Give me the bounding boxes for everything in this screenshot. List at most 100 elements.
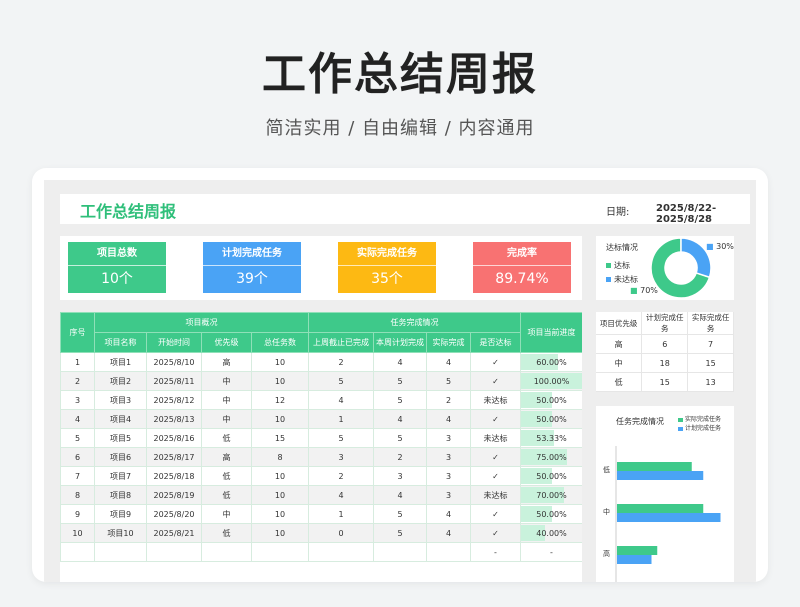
cell-priority[interactable]: 高 [201,352,252,372]
cell-actual[interactable]: 3 [426,485,471,505]
cell-actual[interactable]: 3 [426,447,471,467]
cell-actual[interactable]: 4 [426,409,471,429]
priority-cell[interactable]: 15 [687,353,734,373]
priority-cell[interactable]: 6 [641,334,689,354]
cell-total[interactable] [251,542,309,562]
cell-start[interactable]: 2025/8/21 [146,523,202,543]
cell-plan[interactable]: 5 [373,504,427,524]
cell-seq[interactable]: 6 [60,447,95,467]
cell-ok[interactable]: ✓ [470,466,521,486]
cell-last[interactable]: 5 [308,428,374,448]
cell-start[interactable]: 2025/8/11 [146,371,202,391]
cell-ok[interactable]: - [470,542,521,562]
cell-ok[interactable]: ✓ [470,504,521,524]
cell-progress[interactable]: 53.33% [520,428,582,448]
cell-seq[interactable]: 3 [60,390,95,410]
cell-seq[interactable]: 10 [60,523,95,543]
cell-name[interactable]: 项目3 [94,390,147,410]
cell-seq[interactable]: 1 [60,352,95,372]
cell-plan[interactable]: 4 [373,409,427,429]
cell-ok[interactable]: 未达标 [470,390,521,410]
kpi-value[interactable]: 10个 [68,265,166,292]
cell-last[interactable]: 1 [308,504,374,524]
cell-priority[interactable]: 中 [201,504,252,524]
cell-actual[interactable]: 4 [426,352,471,372]
cell-total[interactable]: 15 [251,428,309,448]
cell-total[interactable]: 10 [251,523,309,543]
cell-seq[interactable] [60,542,95,562]
cell-priority[interactable]: 中 [201,371,252,391]
cell-start[interactable]: 2025/8/17 [146,447,202,467]
cell-plan[interactable]: 5 [373,428,427,448]
cell-ok[interactable]: ✓ [470,523,521,543]
cell-actual[interactable]: 3 [426,466,471,486]
cell-priority[interactable]: 低 [201,523,252,543]
cell-plan[interactable]: 5 [373,523,427,543]
cell-priority[interactable]: 中 [201,390,252,410]
cell-progress[interactable]: 60.00% [520,352,582,372]
cell-seq[interactable]: 5 [60,428,95,448]
cell-last[interactable]: 1 [308,409,374,429]
cell-name[interactable]: 项目9 [94,504,147,524]
cell-progress[interactable]: 70.00% [520,485,582,505]
cell-priority[interactable]: 低 [201,485,252,505]
cell-start[interactable]: 2025/8/13 [146,409,202,429]
cell-last[interactable] [308,542,374,562]
priority-cell[interactable]: 中 [596,353,643,373]
cell-seq[interactable]: 7 [60,466,95,486]
cell-total[interactable]: 10 [251,352,309,372]
cell-total[interactable]: 10 [251,371,309,391]
cell-priority[interactable]: 低 [201,428,252,448]
cell-progress[interactable]: 50.00% [520,466,582,486]
cell-ok[interactable]: 未达标 [470,428,521,448]
kpi-value[interactable]: 35个 [338,265,436,292]
cell-progress[interactable]: 100.00% [520,371,582,391]
cell-name[interactable]: 项目1 [94,352,147,372]
priority-cell[interactable]: 18 [641,353,689,373]
cell-progress[interactable]: 40.00% [520,523,582,543]
cell-last[interactable]: 3 [308,447,374,467]
cell-start[interactable]: 2025/8/16 [146,428,202,448]
cell-total[interactable]: 10 [251,409,309,429]
cell-progress[interactable]: - [520,542,582,562]
cell-start[interactable]: 2025/8/10 [146,352,202,372]
cell-ok[interactable]: ✓ [470,352,521,372]
cell-name[interactable]: 项目2 [94,371,147,391]
cell-priority[interactable]: 高 [201,447,252,467]
cell-plan[interactable] [373,542,427,562]
cell-name[interactable]: 项目5 [94,428,147,448]
cell-total[interactable]: 8 [251,447,309,467]
cell-name[interactable]: 项目8 [94,485,147,505]
cell-start[interactable]: 2025/8/19 [146,485,202,505]
priority-cell[interactable]: 13 [687,372,734,392]
cell-ok[interactable]: 未达标 [470,485,521,505]
priority-cell[interactable]: 低 [596,372,643,392]
cell-priority[interactable]: 中 [201,409,252,429]
cell-start[interactable] [146,542,202,562]
cell-name[interactable] [94,542,147,562]
cell-actual[interactable]: 4 [426,523,471,543]
cell-seq[interactable]: 4 [60,409,95,429]
cell-actual[interactable] [426,542,471,562]
cell-name[interactable]: 项目7 [94,466,147,486]
cell-plan[interactable]: 4 [373,485,427,505]
cell-name[interactable]: 项目4 [94,409,147,429]
cell-start[interactable]: 2025/8/18 [146,466,202,486]
cell-ok[interactable]: ✓ [470,447,521,467]
priority-cell[interactable]: 高 [596,334,643,354]
cell-plan[interactable]: 3 [373,466,427,486]
cell-last[interactable]: 2 [308,352,374,372]
cell-total[interactable]: 10 [251,466,309,486]
cell-actual[interactable]: 2 [426,390,471,410]
kpi-value[interactable]: 39个 [203,265,301,292]
cell-total[interactable]: 10 [251,485,309,505]
cell-last[interactable]: 4 [308,485,374,505]
cell-total[interactable]: 10 [251,504,309,524]
priority-cell[interactable]: 7 [687,334,734,354]
cell-progress[interactable]: 75.00% [520,447,582,467]
cell-plan[interactable]: 5 [373,371,427,391]
cell-name[interactable]: 项目6 [94,447,147,467]
cell-seq[interactable]: 2 [60,371,95,391]
cell-ok[interactable]: ✓ [470,409,521,429]
cell-seq[interactable]: 9 [60,504,95,524]
